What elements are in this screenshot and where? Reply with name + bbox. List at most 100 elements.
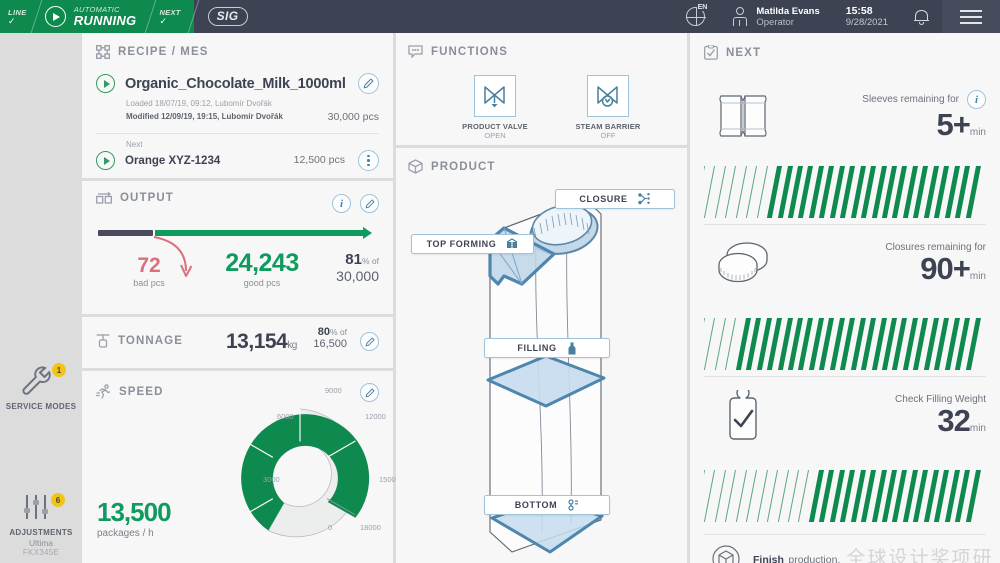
- tag-bottom[interactable]: BOTTOM: [484, 495, 610, 515]
- gauge-tick-3000: 3000: [263, 475, 280, 484]
- gauge-tick-6000: 6000: [277, 412, 294, 421]
- machine-model: FKX345E: [0, 548, 82, 557]
- next-row-sleeves: Sleeves remaining for i 5+min: [690, 78, 1000, 218]
- gauge-tick-18000: 18000: [360, 523, 381, 532]
- output-info-button[interactable]: i: [332, 194, 351, 213]
- tag-closure[interactable]: CLOSURE: [555, 189, 675, 209]
- recipe-next-name: Orange XYZ-1234: [125, 155, 220, 167]
- sleeves-icon: [717, 90, 769, 142]
- closure-icon: [638, 193, 651, 205]
- recipe-next-play-icon[interactable]: [96, 151, 115, 170]
- hmi-screen: LINE ✓ AUTOMATIC RUNNING NEXT ✓ SIG EN: [0, 0, 1000, 563]
- recipe-play-icon[interactable]: [96, 74, 115, 93]
- filling-icon: [567, 342, 577, 355]
- recipe-edit-button[interactable]: [358, 73, 379, 94]
- closures-icon: [716, 238, 770, 284]
- speed-header: SPEED: [96, 384, 164, 399]
- bad-pcs-block: 72 bad pcs: [119, 254, 179, 288]
- good-pcs-value: 24,243: [202, 249, 322, 278]
- sliders-icon: [22, 495, 52, 521]
- recipe-modified-meta: Modified 12/09/19, 19:15, Lubomír Dvořák: [126, 112, 283, 121]
- user-info[interactable]: Matilda Evans Operator: [718, 6, 832, 28]
- user-icon: [731, 7, 749, 26]
- sig-logo-text: SIG: [208, 7, 248, 26]
- bottom-icon: [567, 499, 579, 512]
- user-role: Operator: [756, 17, 819, 28]
- tag-closure-label: CLOSURE: [579, 194, 627, 204]
- bell-icon: [914, 9, 929, 25]
- recipe-current-pcs: 30,000 pcs: [328, 111, 379, 123]
- tag-top-forming[interactable]: TOP FORMING: [411, 234, 534, 254]
- speed-title: SPEED: [119, 386, 164, 398]
- tag-filling[interactable]: FILLING: [484, 338, 610, 358]
- filling-weight-stripe-bar: [704, 470, 986, 522]
- rail-item-adjustments[interactable]: 6 ADJUSTMENTS: [0, 493, 82, 537]
- output-edit-button[interactable]: [360, 194, 379, 213]
- bad-pcs-label: bad pcs: [119, 278, 179, 288]
- recipe-current-row: Organic_Chocolate_Milk_1000ml: [96, 74, 346, 93]
- recipe-title: RECIPE / MES: [118, 46, 209, 58]
- clock: 15:58 9/28/2021: [833, 6, 901, 28]
- sleeves-readout: Sleeves remaining for i 5+min: [862, 90, 986, 143]
- recipe-header: RECIPE / MES: [82, 33, 393, 59]
- filling-weight-readout: Check Filling Weight 32min: [895, 394, 986, 439]
- filling-weight-value: 32: [937, 403, 969, 438]
- tonnage-unit: kg: [287, 340, 297, 351]
- top-forming-icon: [506, 238, 518, 250]
- next-panel-card: NEXT Sleeves remaining for i: [690, 33, 1000, 563]
- product-title: PRODUCT: [431, 161, 496, 173]
- next-panel-title: NEXT: [726, 47, 761, 59]
- rail-item-service-modes-label: SERVICE MODES: [0, 402, 82, 411]
- closures-unit: min: [970, 271, 986, 282]
- product-valve-button[interactable]: [474, 75, 516, 117]
- tonnage-percent-unit: % of: [330, 327, 347, 337]
- tonnage-percent: 80: [318, 326, 330, 338]
- left-rail: 1 SERVICE MODES 6 ADJUSTMENTS Ultima FKX…: [0, 33, 82, 563]
- recipe-divider: [96, 133, 379, 134]
- finish-production-row[interactable]: Finish production.: [712, 545, 840, 563]
- tonnage-percent-row: 80% of: [313, 326, 347, 338]
- closures-stripe-bar: [704, 318, 986, 370]
- recipe-next-pcs: 12,500 pcs: [294, 154, 345, 166]
- recipe-next-menu-button[interactable]: [358, 150, 379, 171]
- user-name: Matilda Evans: [756, 6, 819, 17]
- steam-barrier-button[interactable]: [587, 75, 629, 117]
- top-header: LINE ✓ AUTOMATIC RUNNING NEXT ✓ SIG EN: [0, 0, 1000, 33]
- recipe-next-label: Next: [126, 140, 142, 149]
- sleeves-unit: min: [970, 127, 986, 138]
- notifications-button[interactable]: [901, 9, 942, 25]
- run-play-icon[interactable]: [45, 6, 66, 27]
- machine-state: AUTOMATIC RUNNING: [74, 5, 151, 28]
- speed-card: SPEED: [82, 371, 393, 563]
- pencil-icon: [365, 388, 375, 398]
- output-target-block: 81% of 30,000: [336, 251, 379, 284]
- gauge-tick-0: 0: [328, 523, 332, 532]
- rail-item-service-modes[interactable]: 1 SERVICE MODES: [0, 363, 82, 411]
- cube-icon: [712, 545, 740, 563]
- function-product-valve[interactable]: PRODUCT VALVE OPEN: [451, 75, 539, 140]
- next-status: NEXT ✓: [151, 8, 192, 26]
- tonnage-target: 16,500: [313, 338, 347, 350]
- language-selector[interactable]: EN: [673, 7, 718, 26]
- filling-weight-divider: [704, 534, 986, 535]
- output-icon: [96, 192, 112, 204]
- recipe-loaded-meta: Loaded 18/07/19, 09:12, Lubomír Dvořák: [126, 99, 272, 108]
- tonnage-edit-button[interactable]: [360, 332, 379, 351]
- output-target: 30,000: [336, 268, 379, 284]
- functions-header: FUNCTIONS: [396, 33, 687, 58]
- machine-identity: Ultima FKX345E: [0, 538, 82, 557]
- speed-icon: [96, 384, 111, 399]
- closures-divider: [704, 376, 986, 377]
- functions-title: FUNCTIONS: [431, 46, 508, 58]
- sleeves-divider: [704, 224, 986, 225]
- info-icon: i: [340, 198, 343, 210]
- tonnage-value-block: 13,154kg: [226, 330, 297, 354]
- header-right-group: EN Matilda Evans Operator 15:58 9/28/202…: [673, 0, 1000, 33]
- tonnage-value: 13,154: [226, 330, 287, 353]
- function-steam-barrier[interactable]: STEAM BARRIER OFF: [564, 75, 652, 140]
- gauge-tick-12000: 12000: [365, 412, 386, 421]
- language-code: EN: [697, 4, 709, 11]
- menu-button[interactable]: [942, 0, 1000, 33]
- checklist-icon: [704, 45, 718, 60]
- sleeves-stripe-bar: [704, 166, 986, 218]
